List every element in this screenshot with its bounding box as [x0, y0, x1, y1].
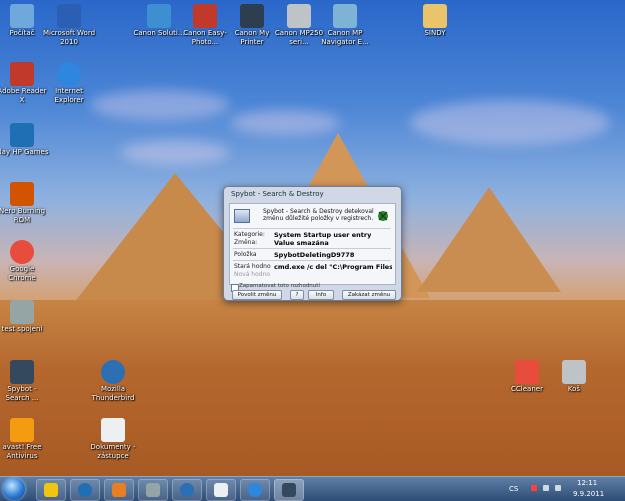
- taskbar-calculator[interactable]: [206, 479, 236, 501]
- cloud: [120, 140, 230, 165]
- desktop-icon-canon-my-printer[interactable]: Canon My Printer: [225, 4, 279, 47]
- canon-solution-icon: [147, 4, 171, 28]
- separator: [233, 248, 391, 249]
- cloud: [230, 110, 340, 135]
- adobe-reader-icon: [10, 62, 34, 86]
- tray-volume-icon[interactable]: [555, 485, 561, 491]
- internet-explorer-icon: [248, 483, 262, 497]
- registry-window-icon: [234, 209, 250, 223]
- desktop-icon-internet-explorer[interactable]: Internet Explorer: [42, 62, 96, 105]
- taskbar-internet-explorer[interactable]: [240, 479, 270, 501]
- desktop-icon-word[interactable]: Microsoft Word 2010: [42, 4, 96, 47]
- zmena-label: Změna:: [234, 239, 258, 246]
- start-button[interactable]: [3, 478, 25, 500]
- zmena-value: Value smazána: [274, 239, 329, 247]
- taskbar: CS 12:11 9.9.2011: [0, 476, 625, 501]
- internet-explorer-icon: [57, 62, 81, 86]
- info-button[interactable]: Info: [308, 290, 334, 300]
- recycle-bin-icon: [562, 360, 586, 384]
- desktop-icon-google-chrome[interactable]: Google Chrome: [0, 240, 49, 283]
- taskbar-explorer[interactable]: [36, 479, 66, 501]
- right-pyramid: [417, 187, 561, 292]
- desktop-icon-canon-navigator[interactable]: Canon MP Navigator E...: [318, 4, 372, 47]
- desktop-icon-spybot[interactable]: Spybot - Search ...: [0, 360, 49, 403]
- canon-easy-photo-icon: [193, 4, 217, 28]
- spybot-icon: [282, 483, 296, 497]
- desktop-icon-avast[interactable]: avast! Free Antivirus: [0, 418, 49, 461]
- desktop-icon-play-hp-games[interactable]: Play HP Games: [0, 123, 49, 157]
- cloud: [90, 90, 230, 120]
- language-indicator[interactable]: CS: [509, 485, 518, 493]
- spybot-alert-dialog[interactable]: Spybot - Search & Destroy Spybot - Searc…: [223, 186, 402, 301]
- canon-mp250-icon: [287, 4, 311, 28]
- desktop-icon-nero[interactable]: Nero Burning ROM: [0, 182, 49, 225]
- spybot-detect-icon: [378, 211, 388, 221]
- separator: [233, 228, 391, 229]
- help-button[interactable]: ?: [290, 290, 304, 300]
- spybot-icon: [10, 360, 34, 384]
- printer-icon: [240, 4, 264, 28]
- tray-network-icon[interactable]: [543, 485, 549, 491]
- system-tray: CS 12:11 9.9.2011: [501, 477, 621, 501]
- polozka-value: SpybotDeletingD9778: [274, 251, 355, 259]
- desktop: Počítač Microsoft Word 2010 Canon Soluti…: [0, 0, 625, 476]
- nero-icon: [10, 182, 34, 206]
- avast-icon: [10, 418, 34, 442]
- documents-shortcut-icon: [101, 418, 125, 442]
- cloud: [410, 100, 610, 145]
- chrome-icon: [10, 240, 34, 264]
- desktop-icon-dokumenty[interactable]: Dokumenty - zástupce: [86, 418, 140, 461]
- computer-icon: [10, 4, 34, 28]
- allow-change-button[interactable]: Povolit změnu: [232, 290, 282, 300]
- photo-icon: [146, 483, 160, 497]
- desktop-icon-canon-easy-photo[interactable]: Canon Easy-Photo...: [178, 4, 232, 47]
- taskbar-media-player[interactable]: [104, 479, 134, 501]
- dialog-message: Spybot - Search & Destroy detekoval změn…: [263, 208, 374, 222]
- remember-decision-label: Zapamatovat toto rozhodnutí: [239, 283, 320, 289]
- thunderbird-icon: [180, 483, 194, 497]
- media-player-icon: [112, 483, 126, 497]
- thunderbird-icon: [101, 360, 125, 384]
- taskbar-photo[interactable]: [138, 479, 168, 501]
- kategorie-label: Kategorie:: [234, 231, 265, 238]
- polozka-label: Položka: [234, 251, 257, 258]
- separator: [233, 260, 391, 261]
- desktop-icon-thunderbird[interactable]: Mozilla Thunderbird: [86, 360, 140, 403]
- network-icon: [10, 300, 34, 324]
- folder-icon: [44, 483, 58, 497]
- desktop-icon-kos[interactable]: Koš: [547, 360, 601, 394]
- tray-flag-icon[interactable]: [531, 485, 537, 491]
- hp-icon: [78, 483, 92, 497]
- taskbar-spybot[interactable]: [274, 479, 304, 501]
- desktop-icon-test-spojeni[interactable]: test spojení: [0, 300, 49, 334]
- clock-time[interactable]: 12:11: [577, 479, 597, 487]
- canon-navigator-icon: [333, 4, 357, 28]
- folder-icon: [423, 4, 447, 28]
- deny-change-button[interactable]: Zakázat změnu: [342, 290, 396, 300]
- taskbar-thunderbird[interactable]: [172, 479, 202, 501]
- word-icon: [57, 4, 81, 28]
- ccleaner-icon: [515, 360, 539, 384]
- hp-games-icon: [10, 123, 34, 147]
- dialog-panel: Spybot - Search & Destroy detekoval změn…: [229, 203, 396, 285]
- nova-hodnota-label: Nová hodno: [234, 271, 271, 278]
- calculator-icon: [214, 483, 228, 497]
- kategorie-value: System Startup user entry: [274, 231, 372, 239]
- desktop-icon-sindy[interactable]: SINDY: [408, 4, 462, 38]
- desktop-icon-ccleaner[interactable]: CCleaner: [500, 360, 554, 394]
- stara-hodnota-value: cmd.exe /c del "C:\Program Files (x8: [274, 263, 392, 271]
- stara-hodnota-label: Stará hodno: [234, 263, 271, 270]
- clock-date[interactable]: 9.9.2011: [573, 490, 604, 498]
- taskbar-hp[interactable]: [70, 479, 100, 501]
- dialog-title: Spybot - Search & Destroy: [231, 190, 324, 198]
